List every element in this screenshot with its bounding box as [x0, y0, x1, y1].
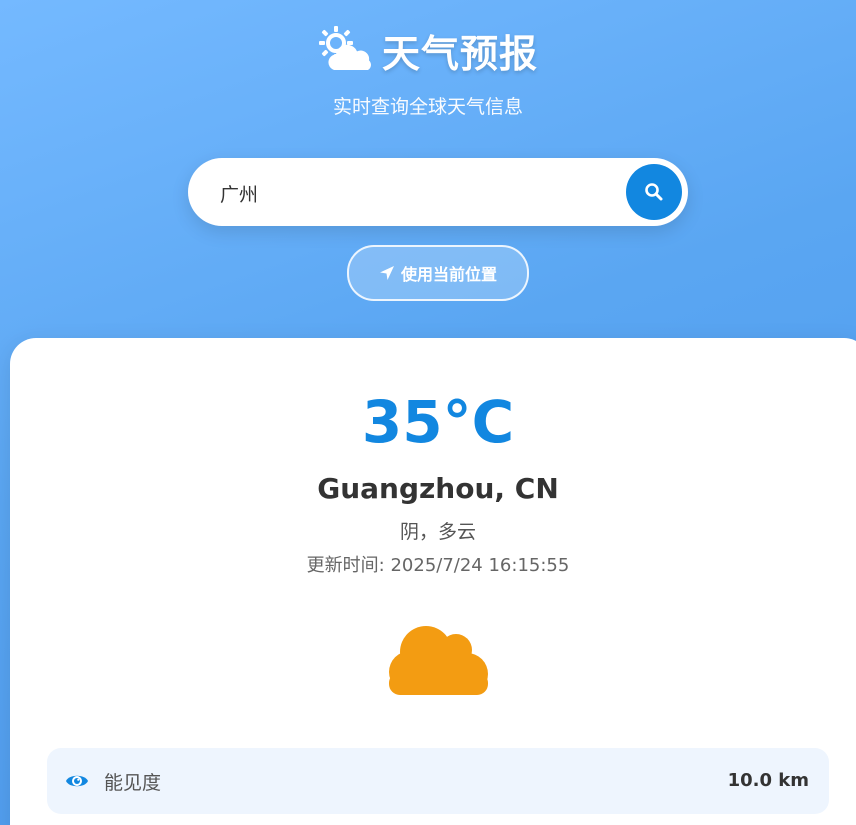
app-title-row: 天气预报: [0, 24, 856, 76]
use-current-location-label: 使用当前位置: [400, 265, 497, 284]
eye-icon: [66, 775, 88, 787]
use-current-location-button[interactable]: 使用当前位置: [347, 245, 529, 301]
visibility-row: 能见度 10.0 km: [47, 748, 829, 814]
search-button[interactable]: [626, 164, 682, 220]
city-name: Guangzhou, CN: [317, 472, 559, 505]
visibility-label: 能见度: [104, 772, 162, 794]
weather-description: 阴，多云: [399, 521, 476, 543]
visibility-value: 10.0 km: [727, 770, 809, 791]
temperature: 35°C: [361, 388, 515, 456]
location-arrow-icon: [379, 266, 394, 280]
cloud-icon: [389, 626, 488, 695]
updated-time: 更新时间: 2025/7/24 16:15:55: [306, 555, 570, 576]
search-icon: [645, 183, 663, 201]
sun-behind-cloud-icon: [318, 26, 371, 70]
search-input[interactable]: [218, 170, 642, 216]
search-bar: [188, 158, 688, 226]
app-title: 天气预报: [381, 31, 538, 76]
app-subtitle: 实时查询全球天气信息: [332, 96, 523, 118]
